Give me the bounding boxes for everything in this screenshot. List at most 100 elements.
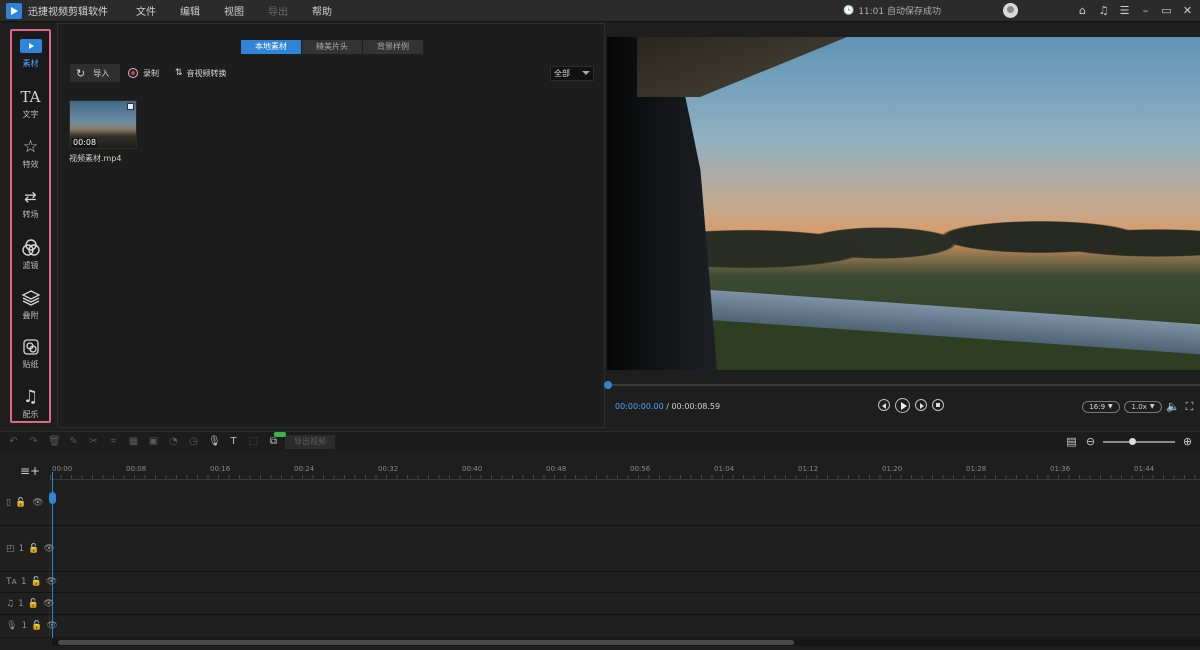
- preview-scrubber[interactable]: [604, 381, 1200, 389]
- select-checkbox-icon[interactable]: [127, 103, 134, 110]
- sidebar-item-music[interactable]: ♫ 配乐: [12, 386, 49, 420]
- fit-timeline-icon[interactable]: ▤: [1065, 435, 1078, 448]
- chevron-down-icon: ▼: [1149, 403, 1155, 410]
- zoom-out-icon[interactable]: ⊖: [1084, 435, 1097, 448]
- fullscreen-icon[interactable]: ⛶: [1183, 400, 1196, 413]
- timeline-scrollbar[interactable]: [52, 639, 1200, 646]
- user-avatar[interactable]: [1003, 3, 1018, 18]
- export-video-button[interactable]: 导出视频: [285, 434, 335, 449]
- sidebar-item-filter[interactable]: 滤镜: [12, 237, 49, 271]
- track-number: 1: [20, 577, 27, 587]
- sidebar-item-overlay[interactable]: 叠附: [12, 287, 49, 321]
- speed-icon[interactable]: ◔: [168, 436, 179, 447]
- settings-menu-icon[interactable]: ☰: [1116, 2, 1133, 19]
- play-icon[interactable]: [895, 398, 910, 413]
- lock-icon[interactable]: 🔓: [15, 498, 26, 508]
- previous-frame-icon[interactable]: [878, 399, 890, 411]
- text-to-speech-icon[interactable]: T: [228, 436, 239, 447]
- color-icon[interactable]: ⬚: [248, 436, 259, 447]
- text-track[interactable]: Tᴀ 1 🔓 👁: [0, 572, 1200, 593]
- duration-icon[interactable]: ◷: [188, 436, 199, 447]
- menu-file[interactable]: 文件: [124, 3, 168, 18]
- ruler-tick: 00:16: [210, 465, 231, 473]
- new-feature-icon[interactable]: ⧉: [268, 432, 286, 447]
- editor-window: 迅捷视频剪辑软件 文件 编辑 视图 导出 帮助 🕓 11:01 自动保存成功 ⌂…: [0, 0, 1200, 650]
- lock-icon[interactable]: 🔓: [31, 577, 42, 587]
- menu-help[interactable]: 帮助: [300, 3, 344, 18]
- pip-track-header: ◰ 1 🔓 👁: [0, 526, 55, 571]
- text-track-icon: Tᴀ: [6, 577, 17, 587]
- stop-icon[interactable]: [932, 399, 944, 411]
- freeze-icon[interactable]: ▣: [148, 436, 159, 447]
- playhead-handle[interactable]: [49, 492, 56, 504]
- undo-icon[interactable]: ↶: [8, 436, 19, 447]
- record-icon: [128, 68, 138, 78]
- current-time: 00:00:00.00: [615, 402, 664, 411]
- video-track[interactable]: ▯ 🔓 👁: [0, 481, 1200, 526]
- menu-view[interactable]: 视图: [212, 3, 256, 18]
- add-track-icon[interactable]: ≡+: [20, 464, 40, 478]
- split-icon[interactable]: ✂: [88, 436, 99, 447]
- ruler-tick: 00:08: [126, 465, 147, 473]
- eye-icon[interactable]: 👁: [43, 544, 54, 554]
- zoom-slider[interactable]: [1103, 437, 1175, 445]
- video-preview[interactable]: [607, 37, 1200, 370]
- maximize-icon[interactable]: ▭: [1158, 2, 1175, 19]
- record-button[interactable]: 录制: [128, 68, 159, 79]
- filter-value: 全部: [554, 68, 570, 78]
- timeline-playhead[interactable]: [49, 472, 56, 638]
- tab-backgrounds[interactable]: 背景样例: [363, 40, 423, 54]
- aspect-ratio-select[interactable]: 16:9 ▼: [1082, 400, 1120, 413]
- lock-icon[interactable]: 🔓: [28, 544, 39, 554]
- redo-icon[interactable]: ↷: [28, 436, 39, 447]
- pip-track[interactable]: ◰ 1 🔓 👁: [0, 526, 1200, 572]
- edit-icon[interactable]: ✎: [68, 436, 79, 447]
- sidebar-item-sticker[interactable]: 贴纸: [12, 336, 49, 370]
- timeline-ruler[interactable]: 00:00 00:08 00:16 00:24 00:32 00:40 00:4…: [50, 462, 1200, 480]
- effects-icon: ☆: [22, 137, 39, 157]
- ruler-tick: 00:24: [294, 465, 315, 473]
- close-icon[interactable]: ✕: [1179, 2, 1196, 19]
- media-filter-select[interactable]: 全部: [550, 65, 594, 81]
- tab-local-media[interactable]: 本地素材: [241, 40, 301, 54]
- microphone-icon[interactable]: 🎙: [208, 436, 221, 447]
- mosaic-icon[interactable]: ▦: [128, 436, 139, 447]
- menu-export[interactable]: 导出: [256, 3, 300, 18]
- ruler-tick: 01:12: [798, 465, 819, 473]
- scrubber-handle[interactable]: [604, 381, 612, 389]
- tab-intros[interactable]: 精美片头: [302, 40, 362, 54]
- media-tabs: 本地素材 精美片头 背景样例: [241, 40, 424, 54]
- music-track[interactable]: ♫ 1 🔓 👁: [0, 593, 1200, 615]
- bell-icon[interactable]: ♫: [1095, 2, 1112, 19]
- sidebar-label-overlay: 叠附: [22, 311, 39, 320]
- menu-bar: 文件 编辑 视图 导出 帮助: [124, 3, 344, 18]
- timeline-toolbar: ↶ ↷ 🗑 ✎ ✂ ⌗ ▦ ▣ ◔ ◷ 🎙 T ⬚ ⧉ 导出视频 ▤ ⊖ ⊕: [0, 431, 1200, 451]
- sidebar-item-transition[interactable]: ⇄ 转场: [12, 186, 49, 220]
- scrollbar-thumb[interactable]: [58, 640, 794, 645]
- lock-icon[interactable]: 🔓: [28, 599, 39, 609]
- total-time: 00:00:08.59: [671, 402, 721, 411]
- sidebar-item-text[interactable]: TA 文字: [12, 86, 49, 120]
- next-frame-icon[interactable]: [915, 399, 927, 411]
- chevron-down-icon: [582, 71, 590, 75]
- speed-select[interactable]: 1.0x ▼: [1124, 400, 1162, 413]
- sidebar-item-media[interactable]: 素材: [12, 35, 49, 69]
- ruler-tick: 01:28: [966, 465, 987, 473]
- media-thumbnail[interactable]: 00:08: [69, 100, 137, 149]
- sidebar-item-effects[interactable]: ☆ 特效: [12, 136, 49, 170]
- media-duration: 00:08: [72, 138, 98, 147]
- eye-icon[interactable]: 👁: [32, 498, 43, 508]
- volume-icon[interactable]: 🔈: [1166, 400, 1180, 413]
- delete-icon[interactable]: 🗑: [48, 436, 61, 447]
- import-button[interactable]: ↻ 导入: [70, 64, 120, 82]
- home-icon[interactable]: ⌂: [1074, 2, 1091, 19]
- minimize-icon[interactable]: –: [1137, 2, 1154, 19]
- convert-button[interactable]: ⇅ 音视频转换: [175, 68, 227, 79]
- voice-track[interactable]: 🎙 1 🔓 👁: [0, 615, 1200, 638]
- zoom-in-icon[interactable]: ⊕: [1181, 435, 1194, 448]
- lock-icon[interactable]: 🔓: [31, 621, 42, 631]
- media-item[interactable]: 00:08 视频素材.mp4: [69, 100, 137, 164]
- zoom-slider-handle[interactable]: [1129, 437, 1136, 445]
- crop-icon[interactable]: ⌗: [108, 436, 119, 447]
- menu-edit[interactable]: 编辑: [168, 3, 212, 18]
